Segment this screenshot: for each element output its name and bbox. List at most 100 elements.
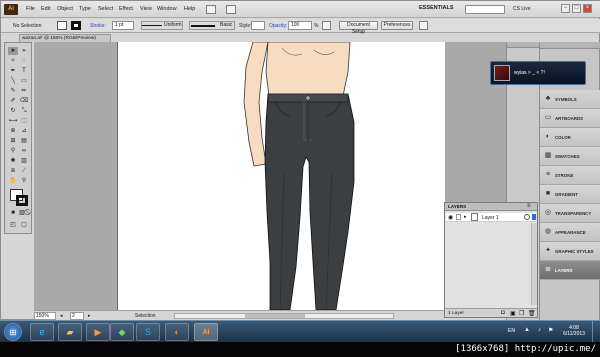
fashion-figure-illustration[interactable] — [118, 42, 446, 310]
hand-tool-icon[interactable]: ✋ — [8, 177, 18, 185]
width-profile-dropdown[interactable]: Uniform — [141, 21, 183, 30]
taskbar-media-player-button[interactable]: ▶ — [86, 323, 110, 341]
taskbar-skype-button[interactable]: S — [136, 323, 160, 341]
target-icon[interactable] — [524, 214, 530, 220]
eraser-tool-icon[interactable]: ⌫ — [19, 97, 29, 105]
canvas-area[interactable] — [34, 42, 506, 310]
layers-scrollbar[interactable] — [531, 223, 537, 305]
current-tool-status[interactable]: Selection — [135, 313, 156, 319]
taskbar-illustrator-button[interactable]: Ai — [194, 323, 218, 341]
symbol-sprayer-tool-icon[interactable]: ✺ — [8, 157, 18, 165]
start-button[interactable]: ⊞ — [4, 323, 22, 341]
new-sublayer-icon[interactable]: ▣ — [510, 310, 516, 317]
panel-swatches[interactable]: ▦ SWATCHES — [540, 147, 600, 166]
layer-row[interactable]: ◉ ▸ Layer 1 — [446, 213, 536, 222]
show-desktop-button[interactable] — [592, 321, 600, 343]
direct-selection-tool-icon[interactable]: ➢ — [19, 47, 29, 55]
menu-help[interactable]: Help — [184, 6, 195, 12]
tray-network-icon[interactable]: ▲ — [524, 327, 530, 333]
jeans-shape[interactable] — [264, 93, 355, 310]
tray-volume-icon[interactable]: ♪ — [538, 327, 541, 333]
recolor-icon[interactable] — [322, 21, 331, 30]
menu-view[interactable]: View — [140, 6, 152, 12]
system-clock[interactable]: 4:08 6/11/2013 — [560, 325, 588, 337]
scrollbar-thumb[interactable] — [245, 314, 305, 318]
panel-color[interactable]: ◐ COLOR — [540, 128, 600, 147]
pen-tool-icon[interactable]: ✒ — [8, 67, 18, 75]
line-tool-icon[interactable]: ╲ — [8, 77, 18, 85]
draw-normal-icon[interactable]: ◰ — [8, 221, 18, 229]
brush-definition-dropdown[interactable]: Basic — [189, 21, 235, 30]
panel-menu-icon[interactable]: ≡ — [527, 203, 531, 209]
type-tool-icon[interactable]: T — [19, 67, 29, 75]
zoom-level-field[interactable]: 150% — [34, 312, 56, 320]
taskbar-firefox-button[interactable]: ◐ — [165, 323, 189, 341]
artboard-number-field[interactable]: 2 — [70, 312, 84, 320]
new-layer-icon[interactable]: ❐ — [519, 310, 524, 317]
panel-artboards[interactable]: ▭ ARTBOARDS — [540, 109, 600, 128]
preferences-button[interactable]: Preferences — [381, 21, 413, 30]
gradient-tool-icon[interactable]: ▤ — [19, 137, 29, 145]
taskbar-ie-button[interactable]: e — [30, 323, 54, 341]
menu-window[interactable]: Window — [157, 6, 177, 12]
menu-object[interactable]: Object — [57, 6, 73, 12]
menu-effect[interactable]: Effect — [119, 6, 133, 12]
panel-layers[interactable]: ≣ LAYERS — [540, 261, 600, 280]
panel-menu-icon[interactable] — [419, 21, 428, 30]
menu-select[interactable]: Select — [98, 6, 113, 12]
expand-arrow-icon[interactable]: ▸ — [464, 214, 467, 220]
panel-stroke[interactable]: ≡ STROKE — [540, 166, 600, 185]
screen-mode-icon[interactable]: ▢ — [19, 221, 29, 229]
none-mode-icon[interactable]: ⃠ — [26, 209, 32, 217]
taskbar-explorer-button[interactable]: ▰ — [58, 323, 82, 341]
zoom-tool-icon[interactable]: ⚲ — [19, 177, 29, 185]
torso-shape[interactable] — [265, 42, 351, 97]
eyedropper-tool-icon[interactable]: ⚲ — [8, 147, 18, 155]
horizontal-scrollbar[interactable] — [174, 313, 394, 319]
fill-swatch[interactable] — [57, 21, 67, 30]
help-search-input[interactable] — [465, 5, 505, 14]
stroke-swatch[interactable] — [71, 21, 81, 30]
minimize-button[interactable]: − — [561, 4, 570, 13]
paintbrush-tool-icon[interactable]: ✎ — [8, 87, 18, 95]
arrange-documents-icon[interactable] — [226, 5, 236, 14]
layer-name[interactable]: Layer 1 — [482, 215, 499, 221]
panel-gradient[interactable]: ■ GRADIENT — [540, 185, 600, 204]
maximize-button[interactable]: □ — [572, 4, 581, 13]
layers-panel-tab[interactable]: LAYERS ≡ — [445, 203, 537, 211]
stroke-label[interactable]: Stroke: — [90, 23, 106, 29]
mesh-tool-icon[interactable]: ⊞ — [8, 137, 18, 145]
rectangle-tool-icon[interactable]: ▭ — [19, 77, 29, 85]
left-arm-shape[interactable] — [243, 42, 269, 167]
stroke-color-box[interactable] — [16, 195, 28, 206]
workspace-switcher[interactable]: ESSENTIALS — [419, 5, 454, 11]
delete-layer-icon[interactable]: 🗑 — [528, 310, 536, 317]
cs-live-button[interactable]: CS Live — [513, 6, 531, 12]
rotate-tool-icon[interactable]: ↻ — [8, 107, 18, 115]
eye-icon[interactable]: ◉ — [448, 214, 453, 221]
panels-dock-header[interactable] — [540, 42, 600, 49]
menu-type[interactable]: Type — [79, 6, 91, 12]
blend-tool-icon[interactable]: ∞ — [19, 147, 29, 155]
column-graph-tool-icon[interactable]: ▥ — [19, 157, 29, 165]
close-button[interactable]: × — [583, 4, 592, 13]
document-tab[interactable]: wazaa.ai* @ 150% (RGB/Preview) — [19, 34, 111, 42]
make-clipping-mask-icon[interactable]: ◘ — [501, 310, 505, 316]
width-tool-icon[interactable]: ⟷ — [8, 117, 18, 125]
artboard-tool-icon[interactable]: ⧈ — [8, 167, 18, 175]
selection-tool-icon[interactable]: ➤ — [8, 47, 18, 55]
lock-toggle[interactable] — [456, 214, 461, 220]
shape-builder-tool-icon[interactable]: ⊕ — [8, 127, 18, 135]
menu-edit[interactable]: Edit — [41, 6, 50, 12]
artboard[interactable] — [117, 42, 445, 310]
lasso-tool-icon[interactable]: ◌ — [19, 57, 29, 65]
opacity-label[interactable]: Opacity: — [269, 23, 287, 29]
scale-tool-icon[interactable]: ⤡ — [19, 107, 29, 115]
slice-tool-icon[interactable]: ⟋ — [19, 167, 29, 175]
dock-header[interactable] — [507, 42, 540, 48]
next-artboard-icon[interactable]: ▸ — [88, 313, 91, 319]
chat-notification[interactable]: wyias > _ < ?! — [490, 61, 586, 85]
first-artboard-icon[interactable]: ◂ — [60, 313, 63, 319]
blob-brush-tool-icon[interactable]: ✐ — [8, 97, 18, 105]
pencil-tool-icon[interactable]: ✏ — [19, 87, 29, 95]
